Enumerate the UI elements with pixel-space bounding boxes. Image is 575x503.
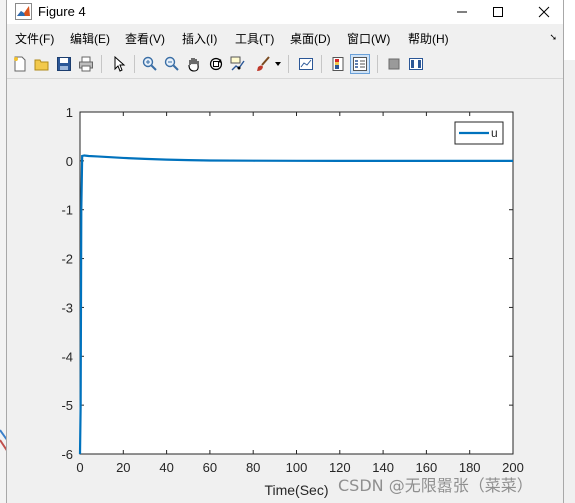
- menu-desktop[interactable]: 桌面(D): [290, 30, 331, 47]
- show-plot-tools-button[interactable]: [406, 54, 426, 74]
- folder-open-icon: [34, 59, 49, 71]
- print-button[interactable]: [76, 54, 96, 74]
- toolbar-separator: [134, 55, 135, 73]
- legend-icon: [353, 57, 367, 71]
- watermark-text: CSDN @无限嚣张（菜菜）: [338, 476, 533, 495]
- menu-view[interactable]: 查看(V): [125, 30, 165, 47]
- link-plot-icon: [299, 58, 313, 70]
- menu-edit[interactable]: 编辑(E): [70, 30, 110, 47]
- toolbar-separator: [101, 55, 102, 73]
- toolbar-separator: [288, 55, 289, 73]
- link-plot-button[interactable]: [296, 54, 316, 74]
- figure-toolbar: [7, 50, 563, 79]
- save-button[interactable]: [54, 54, 74, 74]
- hide-plot-tools-button[interactable]: [384, 54, 404, 74]
- title-bar: Figure 4: [7, 0, 563, 24]
- rotate-3d-button[interactable]: [206, 54, 226, 74]
- menu-insert[interactable]: 插入(I): [182, 30, 217, 47]
- insert-legend-button[interactable]: [350, 54, 370, 74]
- toolbar-separator: [321, 55, 322, 73]
- hand-icon: [188, 58, 199, 72]
- menu-window[interactable]: 窗口(W): [347, 30, 390, 47]
- zoom-out-icon: [164, 56, 179, 71]
- brush-icon: [257, 56, 270, 71]
- rotate-icon: [209, 57, 223, 71]
- maximize-button[interactable]: [475, 0, 521, 24]
- chevron-down-icon: [275, 62, 281, 66]
- close-icon: [538, 6, 550, 18]
- show-tools-icon: [409, 58, 423, 70]
- new-file-icon: [14, 56, 26, 72]
- matlab-logo-icon: [15, 3, 32, 20]
- menu-file[interactable]: 文件(F): [15, 30, 54, 47]
- new-figure-button[interactable]: [10, 54, 30, 74]
- pan-button[interactable]: [184, 54, 204, 74]
- zoom-in-button[interactable]: [140, 54, 160, 74]
- zoom-in-icon: [142, 56, 157, 71]
- close-button[interactable]: [521, 0, 567, 24]
- toolbar-separator: [377, 55, 378, 73]
- edit-plot-button[interactable]: [109, 54, 129, 74]
- figure-canvas: [7, 79, 563, 503]
- insert-colorbar-button[interactable]: [328, 54, 348, 74]
- data-cursor-button[interactable]: [228, 54, 248, 74]
- colorbar-icon: [332, 57, 344, 71]
- menu-help[interactable]: 帮助(H): [408, 30, 449, 47]
- minimize-icon: [457, 11, 467, 13]
- maximize-icon: [493, 7, 503, 17]
- menu-bar: 文件(F) 编辑(E) 查看(V) 插入(I) 工具(T) 桌面(D) 窗口(W…: [7, 27, 563, 49]
- print-icon: [79, 56, 93, 72]
- dock-arrow-icon[interactable]: ➘: [549, 32, 557, 43]
- menu-tools[interactable]: 工具(T): [235, 30, 274, 47]
- open-file-button[interactable]: [32, 54, 52, 74]
- pointer-arrow-icon: [114, 56, 126, 72]
- brush-button[interactable]: [253, 54, 273, 74]
- brush-dropdown-button[interactable]: [273, 54, 283, 74]
- zoom-out-button[interactable]: [162, 54, 182, 74]
- window-title: Figure 4: [38, 4, 86, 19]
- hide-tools-icon: [388, 58, 400, 70]
- data-cursor-icon: [230, 56, 245, 71]
- figure-window: Figure 4 文件(F) 编辑(E) 查看(V) 插入(I) 工具(T) 桌…: [6, 0, 564, 503]
- save-icon: [57, 57, 71, 71]
